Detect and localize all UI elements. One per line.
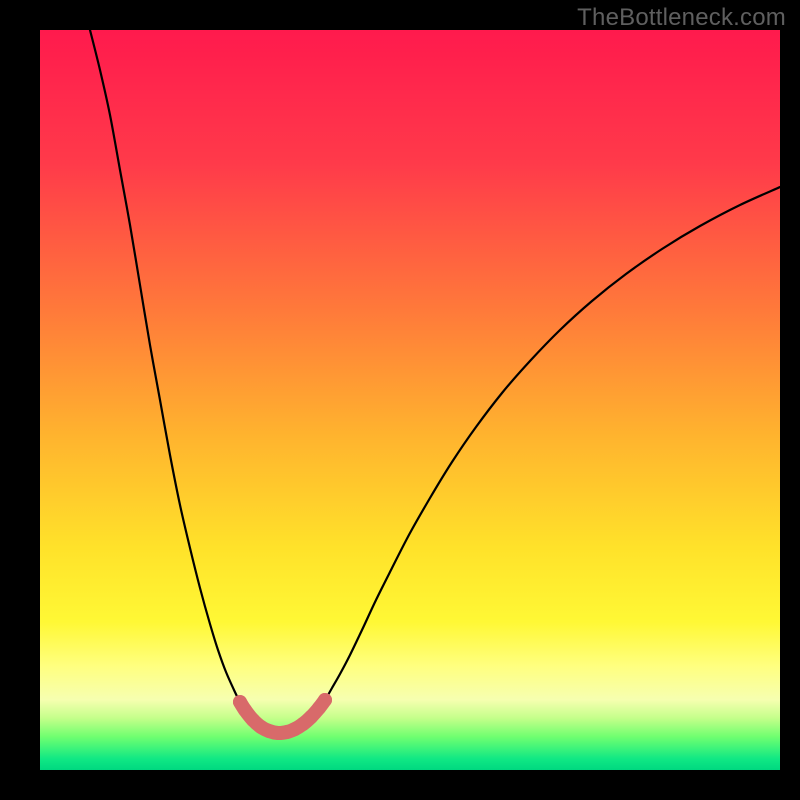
plot-area	[40, 30, 780, 770]
highlight-dot	[318, 693, 332, 707]
chart-frame: TheBottleneck.com	[0, 0, 800, 800]
highlight-segment	[233, 693, 332, 740]
curve-layer	[40, 30, 780, 770]
bottleneck-curve	[90, 30, 780, 733]
watermark-text: TheBottleneck.com	[577, 4, 786, 32]
